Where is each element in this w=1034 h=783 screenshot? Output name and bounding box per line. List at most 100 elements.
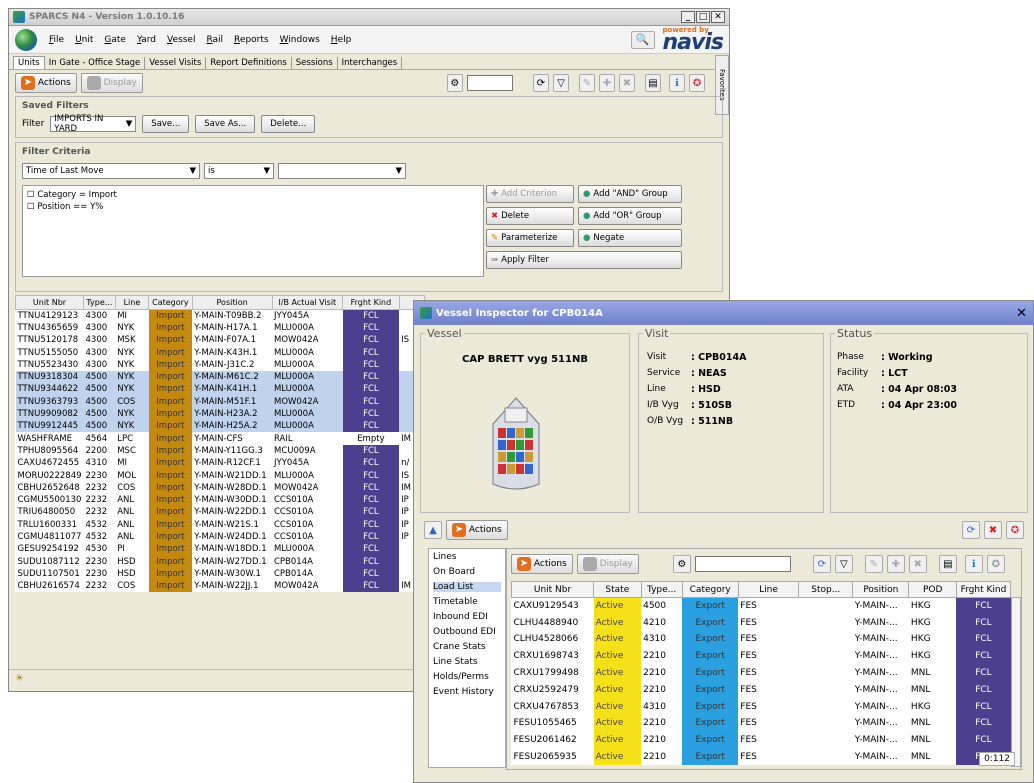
table-row[interactable]: TTNU5155050 4300 NYK Import Y-MAIN-K43H.1 MLU… [16,346,425,359]
sidebar-item-inbound-edi[interactable]: Inbound EDI [433,612,501,622]
delete-criterion-button[interactable]: ✖ Delete [486,207,574,225]
delete-filter-button[interactable]: Delete... [261,115,316,133]
criteria-operator-select[interactable]: is ▼ [204,163,274,179]
criteria-field-select[interactable]: Time of Last Move ▼ [22,163,200,179]
edit-icon[interactable]: ✎ [864,555,883,573]
filter-select[interactable]: IMPORTS IN YARD ▼ [50,114,137,134]
sidebar-item-load-list[interactable]: Load List [433,582,501,592]
table-row[interactable]: TPHU8095564 2200 MSC Import Y-MAIN-Y11GG.3 MC… [16,444,425,458]
columns-icon[interactable]: ▤ [644,74,661,92]
display-button[interactable]: Display [80,73,143,93]
table-row[interactable]: CRXU4767853 Active 4310 Export FES Y-MAIN-...… [512,698,1011,716]
quick-filter-input[interactable] [466,75,513,91]
funnel-icon[interactable]: ▽ [834,555,853,573]
table-row[interactable]: TTNU9344622 4500 NYK Import Y-MAIN-K41H.1 MLU… [15,383,425,396]
tab-report-definitions[interactable]: Report Definitions [206,57,292,69]
tab-units[interactable]: Units [13,56,45,69]
load-list-actions-button[interactable]: ➤ Actions [511,554,573,574]
column-header[interactable]: Unit Nbr [510,581,595,598]
delete-icon[interactable]: ✖ [908,555,927,573]
funnel-icon[interactable]: ▽ [552,74,569,92]
actions-button[interactable]: ➤ Actions [15,73,77,93]
table-row[interactable]: GESU9254192 4530 PI Import Y-MAIN-W18DD.1 MLU… [16,543,425,556]
tree-node[interactable]: ☐ Category = Import [27,190,479,200]
sidebar-item-lines[interactable]: Lines [433,552,501,562]
add-or-group-button[interactable]: ● Add "OR" Group [578,207,682,225]
sidebar-item-crane-stats[interactable]: Crane Stats [433,642,501,652]
inspector-actions-button[interactable]: ➤ Actions [446,520,508,540]
refresh-icon[interactable]: ⟳ [812,555,831,573]
table-row[interactable]: SUDU1087112 2230 HSD Import Y-MAIN-W27DD.1 CP… [16,555,425,568]
menu-vessel[interactable]: Vessel [167,35,195,45]
table-row[interactable]: TTNU4129123 4300 MI Import Y-MAIN-T09BB.2 JYY… [16,309,425,322]
table-row[interactable]: SUDU1107501 2230 HSD Import Y-MAIN-W30W.1 CPB… [16,567,425,581]
tab-sessions[interactable]: Sessions [292,57,338,69]
help-icon[interactable]: ✪ [689,74,706,92]
table-row[interactable]: TTNU9318304 4500 NYK Import Y-MAIN-M61C.2 MLU… [15,370,425,384]
table-row[interactable]: TTNU9363793 4500 COS Import Y-MAIN-M51F.1 MOW… [15,395,425,408]
sidebar-item-on-board[interactable]: On Board [433,567,501,577]
columns-icon[interactable]: ▤ [938,555,957,573]
menu-reports[interactable]: Reports [234,35,269,45]
column-header[interactable]: Unit Nbr [14,295,85,310]
maximize-icon[interactable]: □ [696,11,710,23]
info-icon[interactable]: ℹ [964,555,983,573]
sidebar-item-event-history[interactable]: Event History [433,687,501,697]
save-button[interactable]: Save... [142,115,190,133]
table-row[interactable]: TTNU4365659 4300 NYK Import Y-MAIN-H17A.1 MLU… [16,321,425,335]
table-row[interactable]: FESU2061462 Active 2210 Export FES Y-MAIN-...… [512,731,1011,749]
column-header[interactable]: Type... [83,295,116,310]
table-row[interactable]: CRXU2592479 Active 2210 Export FES Y-MAIN-...… [512,681,1011,699]
help-icon[interactable]: ✪ [1006,521,1024,539]
sidebar-item-holds-perms[interactable]: Holds/Perms [433,672,501,682]
search-icon[interactable]: 🔍 [630,30,655,49]
tab-interchanges[interactable]: Interchanges [338,57,403,69]
table-row[interactable]: TTNU9909082 4500 NYK Import Y-MAIN-H23A.2 MLU… [15,407,425,421]
cancel-icon[interactable]: ✖ [984,521,1002,539]
negate-button[interactable]: ● Negate [578,229,682,247]
criteria-tree[interactable]: ☐ Category = Import ☐ Position == Y% [22,185,484,277]
column-header[interactable]: Position [852,581,910,598]
criteria-value-select[interactable]: ▼ [278,163,406,179]
sidebar-item-timetable[interactable]: Timetable [433,597,501,607]
column-header[interactable]: Type... [640,581,683,598]
save-as-button[interactable]: Save As... [195,115,256,133]
load-list-display-button[interactable]: Display [576,554,639,574]
table-row[interactable]: CAXU9129543 Active 4500 Export FES Y-MAIN-...… [512,597,1011,615]
close-icon[interactable]: ✕ [711,11,725,23]
table-row[interactable]: CGMU5500130 2232 ANL Import Y-MAIN-W30DD.1 CC… [16,493,425,507]
minimize-icon[interactable]: _ [681,11,695,23]
delete-icon[interactable]: ✖ [618,74,635,92]
table-row[interactable]: WASHFRAME 4564 LPC Import Y-MAIN-CFS RAIL Empt… [16,432,425,445]
tab-vessel-visits[interactable]: Vessel Visits [145,57,207,69]
table-row[interactable]: TRLU1600331 4532 ANL Import Y-MAIN-W21S.1 CCS… [16,518,425,531]
table-row[interactable]: FESU2065935 Active 2210 Export FES Y-MAIN-...… [512,748,1011,766]
tree-node[interactable]: ☐ Position == Y% [27,202,479,212]
column-header[interactable]: Line [114,295,150,310]
column-header[interactable]: Category [148,295,193,310]
column-header[interactable]: Stop... [798,581,854,598]
table-row[interactable]: TTNU5523430 4300 NYK Import Y-MAIN-J31C.2 MLU… [16,358,425,371]
menu-rail[interactable]: Rail [206,35,223,45]
table-row[interactable]: CBHU2652648 2232 COS Import Y-MAIN-W28DD.1 MO… [16,481,425,494]
add-icon[interactable]: ✚ [598,74,615,92]
column-header[interactable]: Frght Kind [342,295,400,310]
menu-yard[interactable]: Yard [137,35,156,45]
table-row[interactable]: CLHU4488940 Active 4210 Export FES Y-MAIN-...… [512,614,1011,632]
add-criterion-button[interactable]: ✚ Add Criterion [486,185,574,203]
column-header[interactable]: Category [681,581,739,598]
menu-file[interactable]: File [49,35,64,45]
edit-icon[interactable]: ✎ [578,74,595,92]
table-row[interactable]: CAXU4672455 4310 MI Import Y-MAIN-R12CF.1 JYY… [16,457,425,470]
menu-help[interactable]: Help [331,35,352,45]
load-list-filter-input[interactable] [694,556,791,572]
load-list-table[interactable]: Unit Nbr State Type... Category Line Sto… [510,581,1012,766]
table-row[interactable]: CGMU4811077 4532 ANL Import Y-MAIN-W24DD.1 CC… [16,530,425,544]
column-header[interactable]: Line [737,581,800,598]
column-header[interactable]: POD [908,581,957,598]
sidebar-item-line-stats[interactable]: Line Stats [433,657,501,667]
column-header[interactable]: I/B Actual Visit [271,295,344,310]
table-row[interactable]: TTNU5120178 4300 MSK Import Y-MAIN-F07A.1 MOW… [16,334,425,347]
refresh-icon[interactable]: ⟳ [532,74,549,92]
table-row[interactable]: CBHU2616574 2232 COS Import Y-MAIN-W22JJ.1 MO… [16,580,425,593]
